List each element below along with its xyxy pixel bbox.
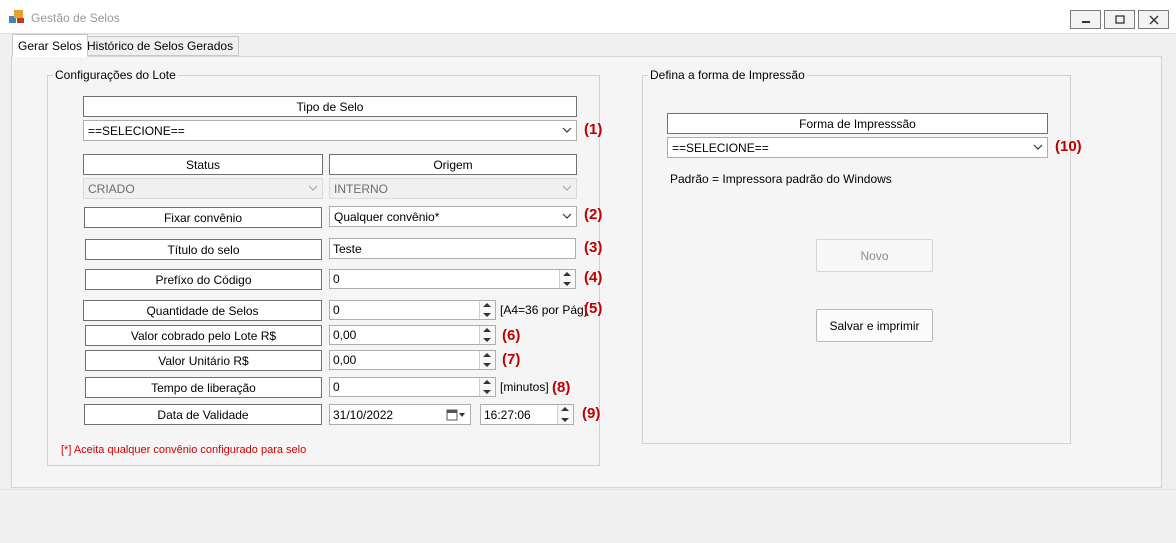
fixar-convenio-label: Fixar convênio <box>84 207 322 228</box>
origem-select[interactable]: INTERNO <box>329 178 577 199</box>
close-button[interactable] <box>1138 10 1169 29</box>
impressao-group-title: Defina a forma de Impressão <box>648 68 807 82</box>
tempo-stepper[interactable]: 0 <box>329 377 496 397</box>
marker-9: (9) <box>582 405 601 422</box>
app-icon <box>9 10 24 23</box>
status-label: Status <box>83 154 323 175</box>
quantidade-hint: [A4=36 por Pág] <box>500 303 588 317</box>
valor-lote-value: 0,00 <box>333 328 357 342</box>
marker-5: (5) <box>584 300 603 317</box>
padrao-text: Padrão = Impressora padrão do Windows <box>670 172 892 186</box>
validade-date-picker[interactable]: 31/10/2022 <box>329 404 471 425</box>
marker-8: (8) <box>552 379 571 396</box>
tab-historico[interactable]: Histórico de Selos Gerados <box>81 36 240 56</box>
novo-button[interactable]: Novo <box>816 239 933 272</box>
forma-impressao-select[interactable]: ==SELECIONE== <box>667 137 1048 158</box>
tipo-selo-select[interactable]: ==SELECIONE== <box>83 120 577 141</box>
tipo-selo-label: Tipo de Selo <box>83 96 577 117</box>
tempo-label: Tempo de liberação <box>85 377 322 398</box>
validade-time-spin-buttons[interactable] <box>557 405 573 424</box>
minimize-icon <box>1081 20 1090 23</box>
tempo-value: 0 <box>333 380 340 394</box>
chevron-down-icon <box>562 213 572 219</box>
chevron-down-icon <box>1033 144 1043 150</box>
chevron-down-icon <box>562 185 572 191</box>
minimize-button[interactable] <box>1070 10 1101 29</box>
forma-impressao-value: ==SELECIONE== <box>672 140 769 155</box>
tempo-hint: [minutos] <box>500 380 549 394</box>
valor-unitario-value: 0,00 <box>333 353 357 367</box>
validade-date-value: 31/10/2022 <box>333 407 394 422</box>
prefixo-label: Prefíxo do Código <box>85 269 322 290</box>
valor-lote-spin-buttons[interactable] <box>479 326 495 344</box>
convenio-note: [*] Aceita qualquer convênio configurado… <box>61 444 307 456</box>
close-icon <box>1149 15 1158 24</box>
chevron-down-icon <box>562 127 572 133</box>
marker-6: (6) <box>502 327 521 344</box>
marker-4: (4) <box>584 269 603 286</box>
tempo-spin-buttons[interactable] <box>479 378 495 396</box>
valor-lote-label: Valor cobrado pelo Lote R$ <box>85 325 322 346</box>
lote-group-title: Configurações do Lote <box>53 68 178 82</box>
valor-lote-stepper[interactable]: 0,00 <box>329 325 496 345</box>
valor-unitario-label: Valor Unitário R$ <box>85 350 322 371</box>
valor-unitario-spin-buttons[interactable] <box>479 351 495 369</box>
validade-time-picker[interactable]: 16:27:06 <box>480 404 574 425</box>
validade-label: Data de Validade <box>84 404 322 425</box>
window-title: Gestão de Selos <box>31 11 120 25</box>
calendar-icon[interactable] <box>446 409 466 421</box>
tipo-selo-value: ==SELECIONE== <box>88 123 185 138</box>
titulo-label: Título do selo <box>85 239 322 260</box>
valor-unitario-stepper[interactable]: 0,00 <box>329 350 496 370</box>
status-value: CRIADO <box>88 181 135 196</box>
origem-label: Origem <box>329 154 577 175</box>
marker-10: (10) <box>1055 138 1082 155</box>
status-select[interactable]: CRIADO <box>83 178 323 199</box>
window-titlebar <box>0 0 1176 34</box>
marker-2: (2) <box>584 206 603 223</box>
salvar-imprimir-button[interactable]: Salvar e imprimir <box>816 309 933 342</box>
quantidade-value: 0 <box>333 303 340 317</box>
marker-3: (3) <box>584 239 603 256</box>
tab-gerar-selos[interactable]: Gerar Selos <box>12 34 89 57</box>
quantidade-stepper[interactable]: 0 <box>329 300 496 320</box>
fixar-convenio-select[interactable]: Qualquer convênio* <box>329 206 577 227</box>
chevron-down-icon <box>308 185 318 191</box>
fixar-convenio-value: Qualquer convênio* <box>334 209 440 224</box>
quantidade-spin-buttons[interactable] <box>479 301 495 319</box>
restore-icon <box>1114 14 1125 24</box>
restore-button[interactable] <box>1104 10 1135 29</box>
prefixo-stepper[interactable]: 0 <box>329 269 576 289</box>
quantidade-label: Quantidade de Selos <box>83 300 322 321</box>
marker-1: (1) <box>584 121 603 138</box>
titulo-input[interactable]: Teste <box>329 238 576 259</box>
validade-time-value: 16:27:06 <box>484 407 531 422</box>
forma-impressao-label: Forma de Impresssão <box>667 113 1048 134</box>
prefixo-value: 0 <box>333 272 340 286</box>
prefixo-spin-buttons[interactable] <box>559 270 575 288</box>
origem-value: INTERNO <box>334 181 388 196</box>
status-bar <box>0 489 1176 543</box>
marker-7: (7) <box>502 351 521 368</box>
